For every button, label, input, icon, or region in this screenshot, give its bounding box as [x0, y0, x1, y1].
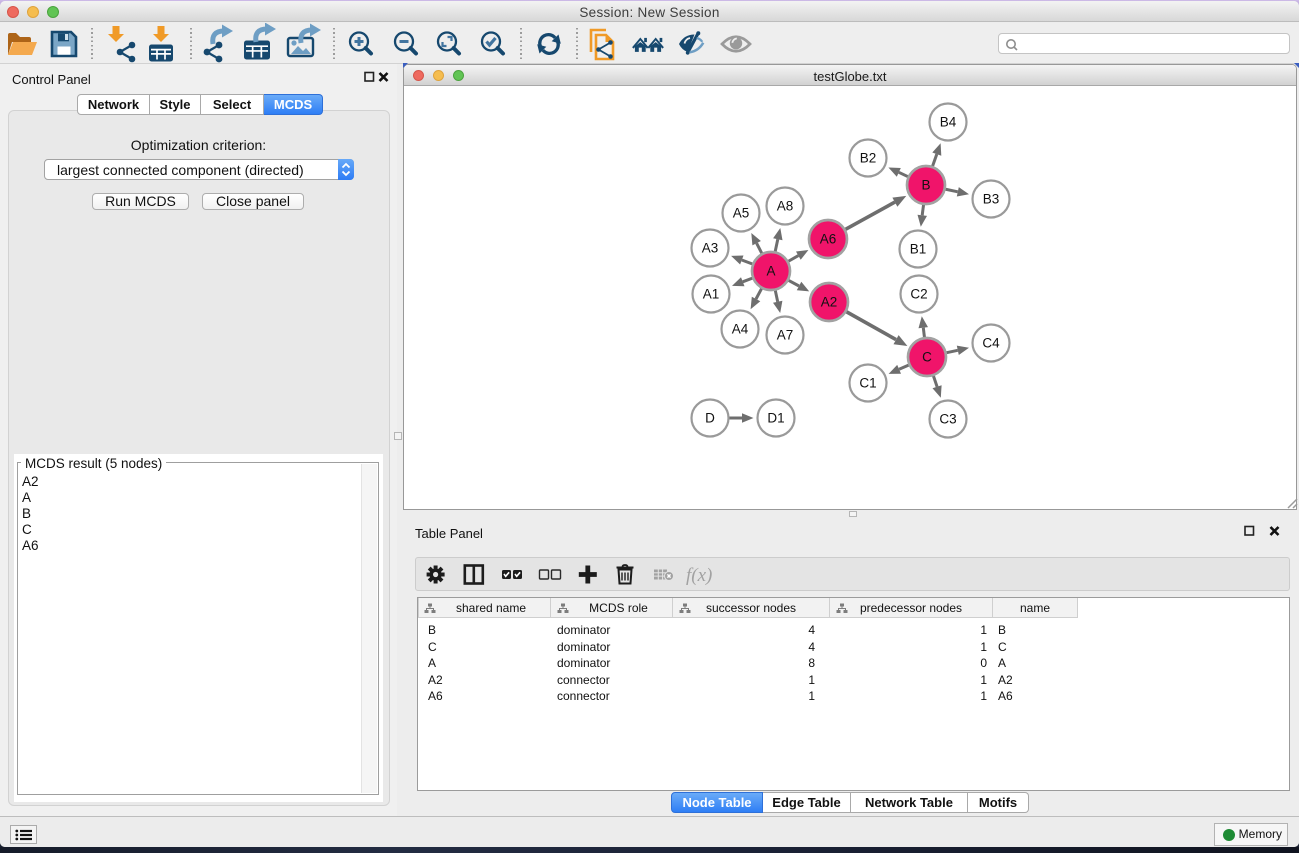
- svg-text:A7: A7: [777, 328, 794, 343]
- svg-text:D: D: [705, 411, 715, 426]
- svg-text:A1: A1: [703, 287, 720, 302]
- svg-text:A8: A8: [777, 199, 794, 214]
- svg-text:A4: A4: [732, 322, 749, 337]
- svg-text:B: B: [921, 178, 930, 193]
- svg-text:C: C: [922, 350, 932, 365]
- svg-text:A5: A5: [733, 206, 750, 221]
- svg-text:C1: C1: [859, 376, 876, 391]
- svg-text:B2: B2: [860, 151, 877, 166]
- svg-text:A2: A2: [821, 295, 838, 310]
- svg-text:A: A: [766, 264, 775, 279]
- svg-text:B4: B4: [940, 115, 957, 130]
- svg-text:B3: B3: [983, 192, 1000, 207]
- svg-text:C3: C3: [939, 412, 956, 427]
- svg-text:D1: D1: [767, 411, 784, 426]
- svg-text:B1: B1: [910, 242, 927, 257]
- svg-text:C4: C4: [982, 336, 1000, 351]
- svg-text:C2: C2: [910, 287, 927, 302]
- svg-text:A3: A3: [702, 241, 719, 256]
- svg-text:f(x): f(x): [686, 565, 712, 586]
- svg-text:A6: A6: [820, 232, 837, 247]
